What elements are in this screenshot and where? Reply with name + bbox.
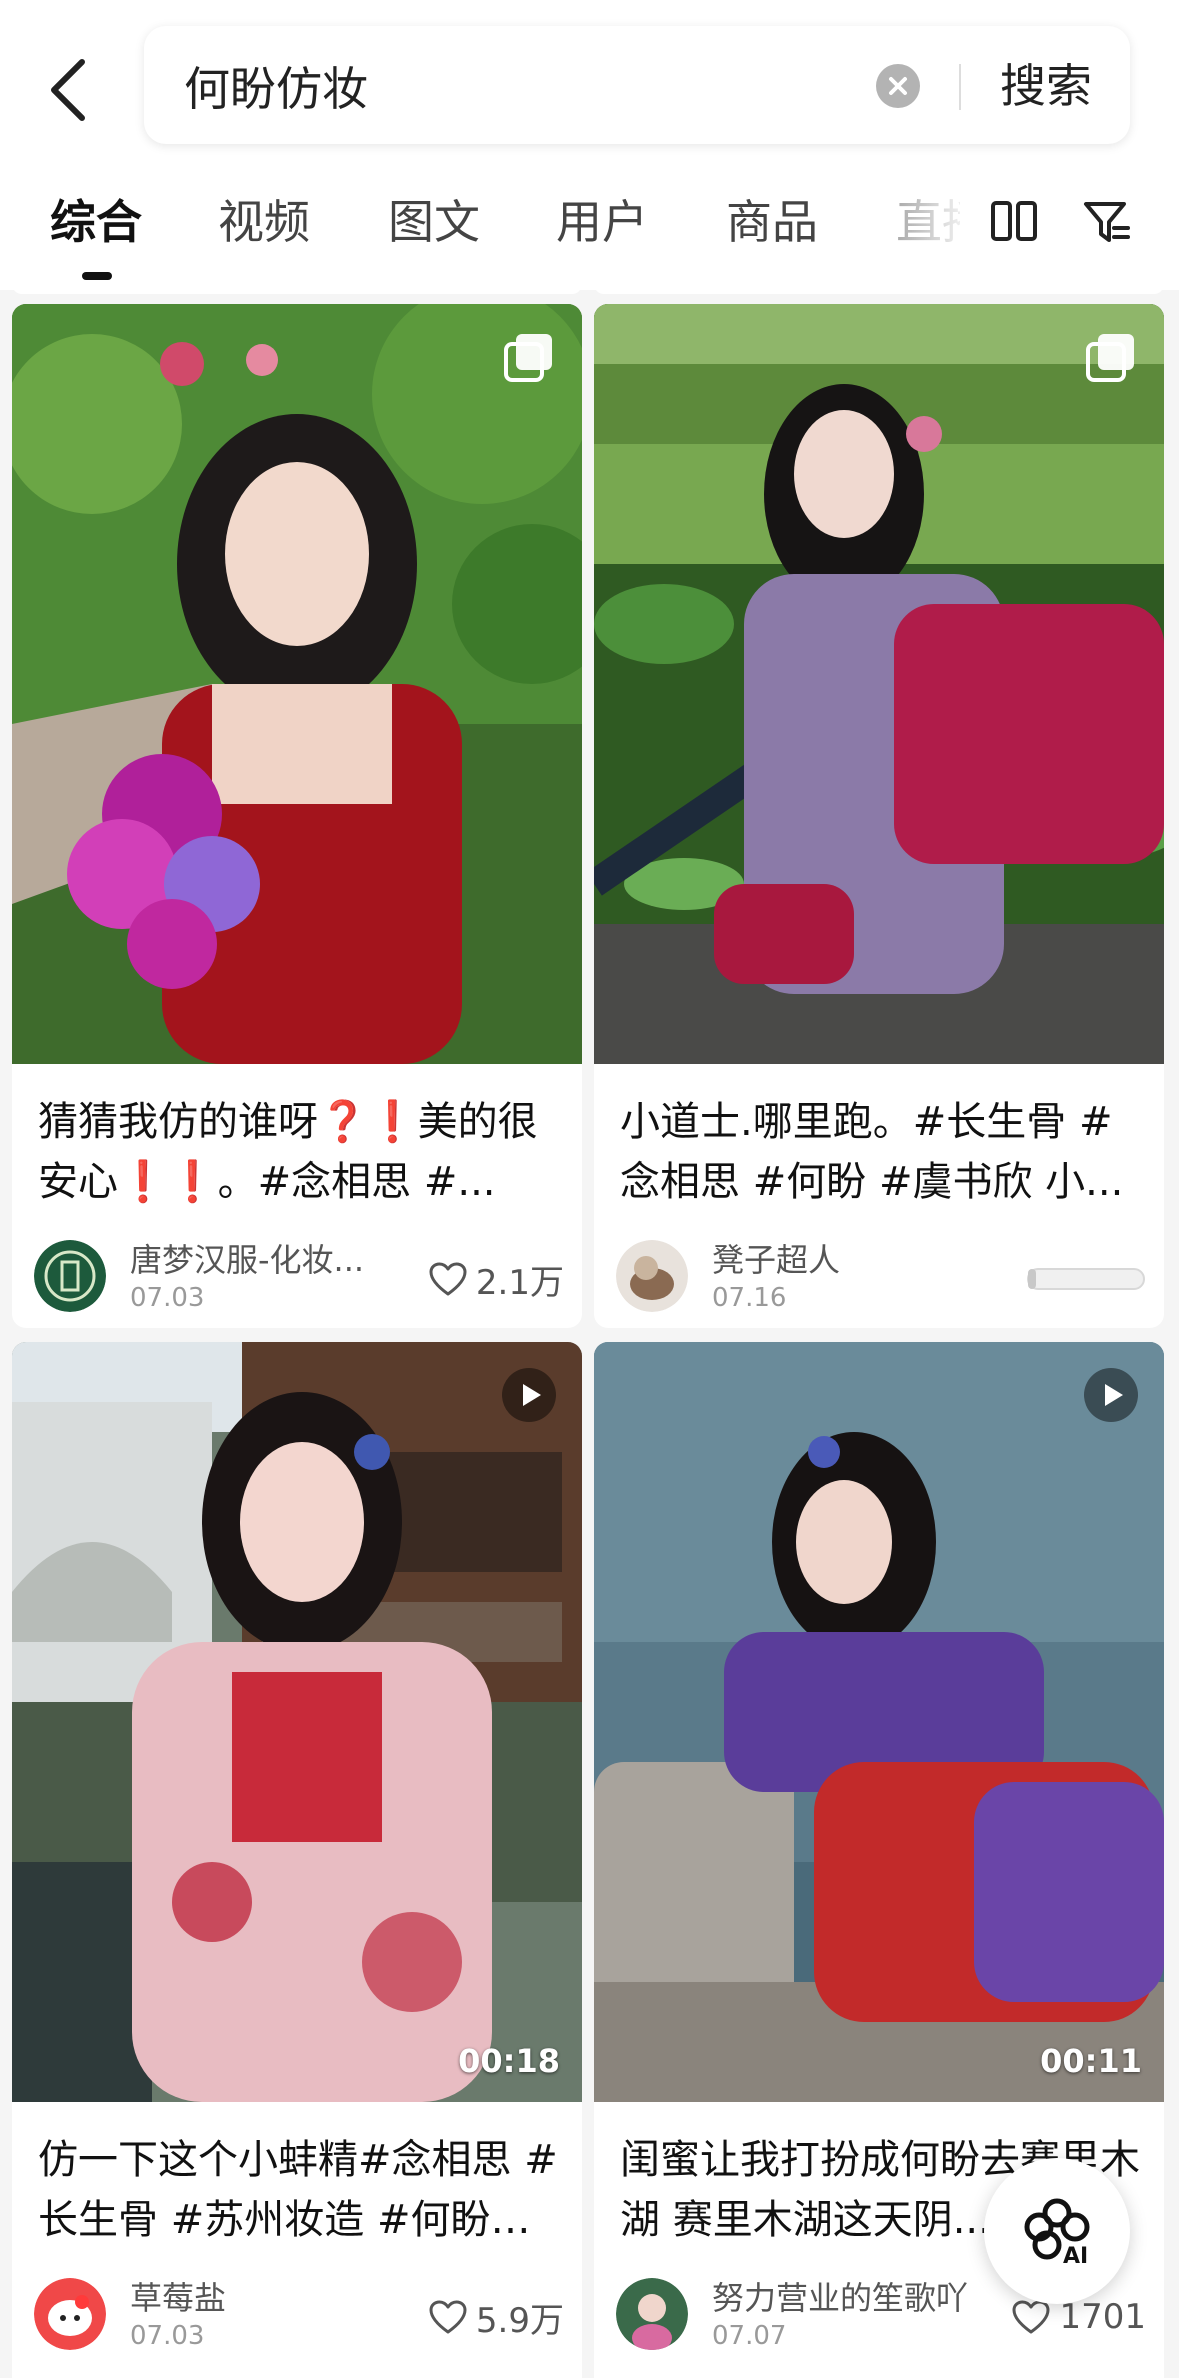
search-results-screen: 搜索 综合 视频 图文 用户 商品 直播 [0, 0, 1179, 2378]
header: 搜索 综合 视频 图文 用户 商品 直播 [0, 0, 1179, 290]
card-title[interactable]: 小道士.哪里跑。#长生骨 #念相思 #何盼 #虞书欣 小... [620, 1092, 1140, 1212]
avatar[interactable] [34, 1240, 106, 1312]
chevron-left-icon [51, 59, 85, 121]
card-thumbnail[interactable] [594, 304, 1164, 1064]
author-name[interactable]: 努力营业的笙歌吖 [712, 2278, 968, 2318]
clear-button[interactable] [876, 64, 920, 108]
author-row: 唐梦汉服-化妆... 07.03 2.1万 [34, 1234, 564, 1314]
search-box: 搜索 [144, 26, 1130, 144]
ai-icon: AI [1024, 2198, 1090, 2269]
author-row: 凳子超人 07.16 [616, 1234, 1146, 1314]
search-input[interactable] [184, 56, 964, 116]
images-icon [504, 334, 552, 382]
images-icon [1086, 334, 1134, 382]
heart-icon [429, 1262, 467, 1296]
card-thumbnail[interactable]: 00:18 [12, 1342, 582, 2102]
tab-products[interactable]: 商品 [726, 192, 818, 252]
like-button[interactable]: 2.1万 [428, 1254, 564, 1304]
ai-label: AI [1063, 2244, 1088, 2269]
like-button[interactable] [1026, 1254, 1146, 1304]
avatar[interactable] [616, 2278, 688, 2350]
like-button[interactable]: 5.9万 [428, 2292, 564, 2342]
author-row: 草莓盐 07.03 5.9万 [34, 2272, 564, 2352]
two-column-icon [991, 201, 1037, 241]
tab-video[interactable]: 视频 [218, 192, 310, 252]
tab-all[interactable]: 综合 [50, 192, 142, 252]
video-duration: 00:11 [1040, 2042, 1142, 2080]
ai-assistant-button[interactable]: AI [984, 2158, 1130, 2304]
card-title[interactable]: 猜猜我仿的谁呀❓❗美的很安心❗❗。#念相思 #... [38, 1092, 558, 1212]
like-count: 5.9万 [475, 2300, 564, 2341]
filter-button[interactable] [1082, 198, 1142, 258]
back-button[interactable] [38, 50, 98, 130]
play-icon [502, 1368, 556, 1422]
post-date: 07.03 [130, 2321, 205, 2351]
author-name[interactable]: 凳子超人 [712, 1240, 840, 1280]
avatar[interactable] [616, 1240, 688, 1312]
tab-users[interactable]: 用户 [556, 192, 648, 252]
result-card[interactable]: 猜猜我仿的谁呀❓❗美的很安心❗❗。#念相思 #... 唐梦汉服-化妆... 07… [12, 304, 582, 1328]
thumbnail-image [12, 304, 582, 1064]
video-duration: 00:18 [458, 2042, 560, 2080]
layout-toggle-button[interactable] [990, 200, 1050, 260]
avatar-image [34, 1240, 106, 1312]
tab-bar: 综合 视频 图文 用户 商品 直播 [0, 180, 1179, 280]
thumbnail-image [594, 304, 1164, 1064]
post-date: 07.03 [130, 1283, 205, 1313]
card-title[interactable]: 仿一下这个小蚌精#念相思 #长生骨 #苏州妆造 #何盼#... [38, 2130, 558, 2250]
like-loading-icon [1027, 1268, 1145, 1290]
author-name[interactable]: 草莓盐 [130, 2278, 226, 2318]
filter-icon [1084, 202, 1130, 242]
card-thumbnail[interactable]: 00:11 [594, 1342, 1164, 2102]
close-icon [889, 77, 907, 95]
play-icon [1084, 1368, 1138, 1422]
search-divider [959, 64, 961, 110]
active-tab-indicator [82, 272, 112, 280]
heart-icon [1012, 2300, 1050, 2334]
search-button[interactable]: 搜索 [1000, 56, 1092, 116]
author-name[interactable]: 唐梦汉服-化妆... [130, 1240, 364, 1280]
heart-icon [429, 2300, 467, 2334]
like-count: 1701 [1059, 2297, 1146, 2337]
thumbnail-image [594, 1342, 1164, 2102]
avatar-image [616, 1240, 688, 1312]
avatar-image [616, 2278, 688, 2350]
result-card[interactable]: 小道士.哪里跑。#长生骨 #念相思 #何盼 #虞书欣 小... 凳子超人 07.… [594, 304, 1164, 1328]
like-count: 2.1万 [475, 1262, 564, 1303]
avatar[interactable] [34, 2278, 106, 2350]
post-date: 07.16 [712, 1283, 787, 1313]
result-card[interactable]: 00:18 仿一下这个小蚌精#念相思 #长生骨 #苏州妆造 #何盼#... 草莓… [12, 1342, 582, 2378]
avatar-image [34, 2278, 106, 2350]
thumbnail-image [12, 1342, 582, 2102]
post-date: 07.07 [712, 2321, 787, 2351]
tab-tools [960, 180, 1179, 280]
card-thumbnail[interactable] [12, 304, 582, 1064]
tab-image-text[interactable]: 图文 [388, 192, 480, 252]
